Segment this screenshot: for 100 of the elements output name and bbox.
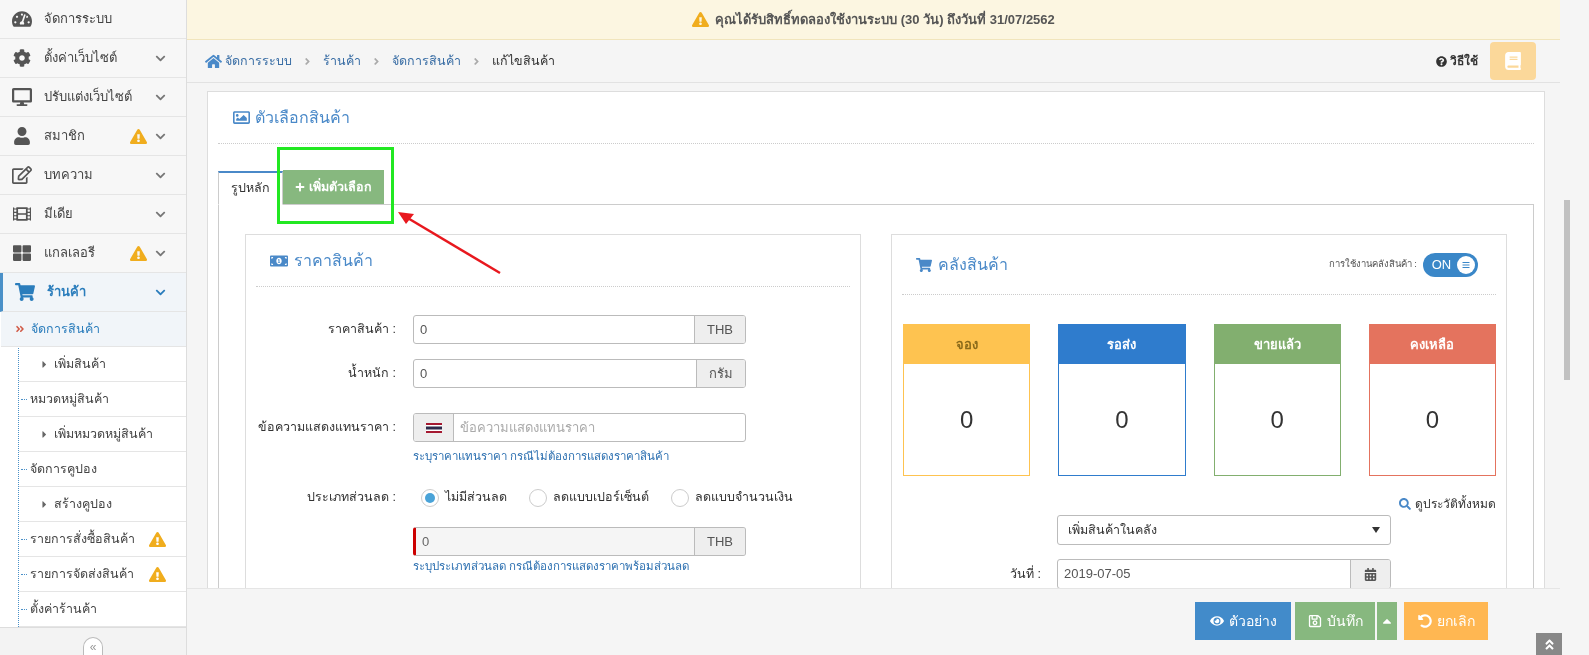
question-icon [1436,55,1447,67]
stat-label: รอส่ง [1107,335,1137,354]
sidebar-label: มีเดีย [44,205,74,224]
breadcrumb-link[interactable]: แก้ไขสินค้า [492,51,555,71]
stat-value: 0 [1270,404,1284,435]
toggle-handle-icon [1462,260,1470,269]
calendar-icon [1364,567,1377,581]
warning-icon [692,11,710,28]
cart-icon [15,283,35,301]
submenu-item[interactable]: สร้างคูปอง [19,487,186,522]
field-value: 0 [421,533,431,551]
sidebar-item[interactable]: มีเดีย [0,195,186,234]
input-field[interactable]: ข้อความแสดงแทนราคา [454,414,745,441]
help-text: ระบุราคาแทนราคา กรณีไม่ต้องการแสดงราคาสินค้า [413,449,671,465]
sidebar-item[interactable]: ปรับแต่งเว็บไซต์ [0,78,186,117]
alt-text-field[interactable]: ข้อความแสดงแทนราคา [413,413,746,442]
undo-icon [1417,614,1432,628]
toggle-switch[interactable]: ON [1423,252,1478,277]
price-field[interactable]: 0 กรัม [413,359,746,388]
help-text: ระบุประเภทส่วนลด กรณีต้องการแสดงราคาพร้อมส่วนลด [413,559,691,575]
sidebar-item[interactable]: จัดการระบบ [0,0,186,39]
stat-label: คงเหลือ [1410,335,1455,354]
field-label: ราคาสินค้า : [327,321,396,339]
sidebar-item[interactable]: แกลเลอรี [0,234,186,273]
book-button[interactable] [1490,42,1536,80]
footer-button[interactable]: ตัวอย่าง [1195,602,1291,640]
sidebar-item[interactable]: บทความ [0,156,186,195]
eye-icon [1209,614,1224,628]
submenu-item[interactable]: จัดการคูปอง [19,452,186,487]
stat-value: 0 [1425,404,1440,435]
image-icon [233,109,250,126]
home-icon [205,52,222,70]
field-label: ข้อความแสดงแทนราคา : [257,419,396,436]
field-label: น้ำหนัก : [256,364,396,383]
stat-label: ขายแล้ว [1253,335,1301,354]
sidebar-label: จัดการระบบ [44,10,113,29]
stat-label: จอง [955,335,978,354]
separator-icon [471,55,482,67]
field-label: ประเภทส่วนลด : [306,489,396,507]
submenu-item[interactable]: จัดการสินค้า [1,312,186,347]
unit-addon: THB [694,316,745,343]
edit-icon [12,166,32,184]
sidebar-label: บทความ [44,166,94,185]
sidebar-label: ตั้งค่าเว็บไซต์ [44,48,118,68]
separator-icon [302,55,313,67]
sidebar-label: ร้านค้า [47,283,87,302]
tab[interactable]: รูปหลัก [218,171,283,205]
breadcrumb-link[interactable]: ร้านค้า [323,51,361,71]
stat-value: 0 [1115,404,1129,435]
submenu-label: จัดการคูปอง [30,460,98,479]
sidebar-label: สมาชิก [44,127,86,146]
sidebar-label: ปรับแต่งเว็บไซต์ [44,87,133,107]
submenu-label: จัดการสินค้า [31,320,101,338]
action-select[interactable]: เพิ่มสินค้าในคลัง [1057,515,1391,545]
film-icon [12,205,32,223]
save-icon [1307,614,1322,628]
unit-addon: กรัม [696,360,745,387]
submenu-item[interactable]: เพิ่มหมวดหมู่สินค้า [19,417,186,452]
submenu-label: ตั้งค่าร้านค้า [30,599,98,618]
toggle-label: การใช้งานคลังสินค้า : [1328,257,1417,272]
sidebar-label: แกลเลอรี [44,244,96,263]
submenu-label: หมวดหมู่สินค้า [30,390,110,409]
breadcrumb-link[interactable]: จัดการระบบ [225,51,292,71]
date-value: 2019-07-05 [1063,565,1132,583]
submenu-label: สร้างคูปอง [54,495,112,514]
submenu-label: เพิ่มหมวดหมู่สินค้า [54,424,153,444]
scrollbar-thumb[interactable] [1564,200,1570,380]
submenu-item[interactable]: เพิ่มสินค้า [19,347,186,382]
card-title: คลังสินค้า [938,254,1009,275]
sidebar-item[interactable]: สมาชิก [0,117,186,156]
sidebar-item[interactable]: ร้านค้า [0,273,186,312]
breadcrumb-link[interactable]: จัดการสินค้า [392,51,461,71]
unit-addon: THB [694,528,745,555]
flag-icon [425,422,442,433]
field-value: 0 [419,321,429,339]
submenu-label: เพิ่มสินค้า [54,354,106,373]
submenu-item[interactable]: หมวดหมู่สินค้า [19,382,186,417]
scroll-top-button[interactable] [1536,633,1562,655]
plus-icon [295,182,305,192]
dropdown-caret-icon [1372,527,1380,533]
history-link[interactable]: ดูประวัติทั้งหมด [1399,495,1496,513]
help-link[interactable]: วิธีใช้ [1436,52,1478,70]
submenu-item[interactable]: รายการจัดส่งสินค้า [19,557,186,592]
field-label: วันที่ : [1009,564,1041,583]
gear-icon [12,49,32,67]
book-icon [1504,52,1522,70]
submenu-label: รายการจัดส่งสินค้า [30,565,135,583]
double-chevron-icon [1542,637,1556,651]
price-field[interactable]: 0 THB [413,315,746,344]
submenu-item[interactable]: รายการสั่งซื้อสินค้า [19,522,186,557]
trial-banner-text: คุณได้รับสิทธิ์ทดลองใช้งานระบบ (30 วัน) ถึงวันที่ 31/07/2562 [715,9,1055,30]
grid-icon [12,244,32,262]
panel-title: ตัวเลือกสินค้า [255,107,350,128]
submenu-label: รายการสั่งซื้อสินค้า [30,529,136,548]
sidebar-item[interactable]: ตั้งค่าเว็บไซต์ [0,39,186,78]
dropdown-button[interactable] [1377,602,1397,640]
monitor-icon [12,88,32,106]
card-title: ราคาสินค้า [294,251,373,271]
cart-icon [916,256,932,273]
dashboard-icon [12,10,32,28]
